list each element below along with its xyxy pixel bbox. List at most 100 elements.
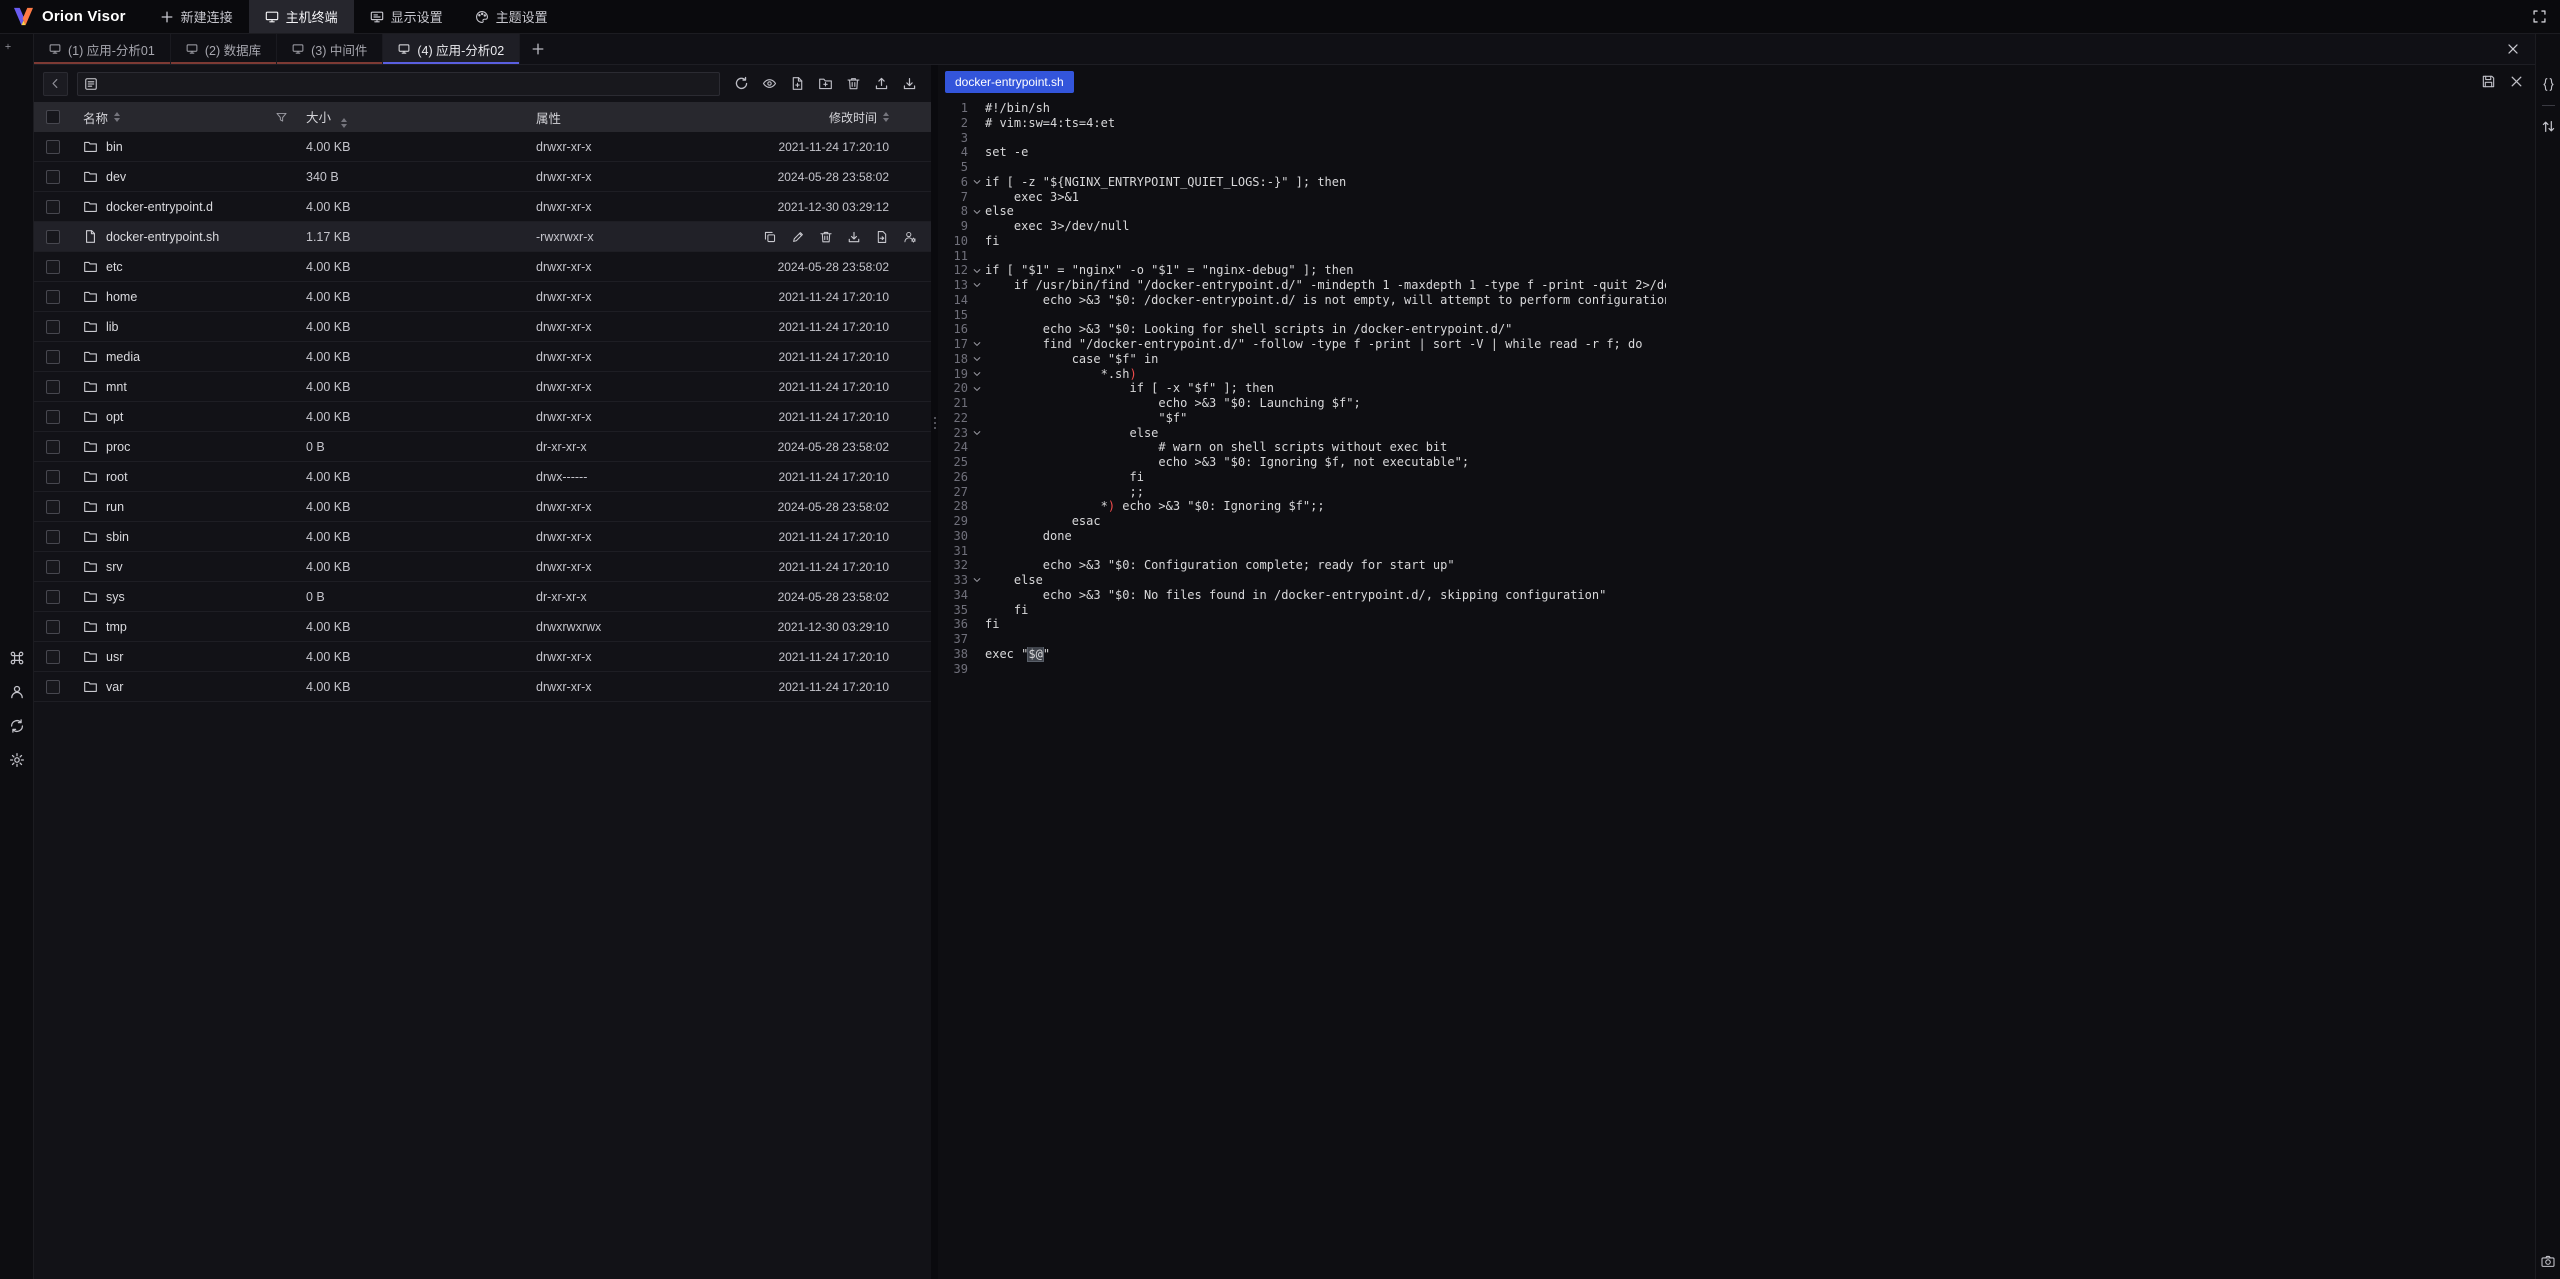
row-checkbox[interactable] <box>46 380 60 394</box>
row-checkbox[interactable] <box>46 440 60 454</box>
delete-icon[interactable] <box>819 230 833 244</box>
sort-name-icon[interactable] <box>114 112 120 122</box>
menu-theme-settings[interactable]: 主题设置 <box>459 0 564 33</box>
resize-grip-icon[interactable] <box>934 417 936 429</box>
left-rail <box>0 34 34 1279</box>
column-header-name[interactable]: 名称 <box>83 108 108 127</box>
tabbar-close-button[interactable] <box>2506 42 2520 56</box>
edit-icon[interactable] <box>791 230 805 244</box>
fold-chevron-icon[interactable] <box>968 175 985 190</box>
screenshot-button[interactable] <box>2541 1254 2556 1269</box>
fold-chevron-icon[interactable] <box>968 263 985 278</box>
upload-button[interactable] <box>874 76 889 91</box>
file-row-sbin[interactable]: sbin4.00 KBdrwxr-xr-x2021-11-24 17:20:10 <box>34 522 931 552</box>
fold-chevron-icon[interactable] <box>968 278 985 293</box>
column-header-size[interactable]: 大小 <box>306 111 331 125</box>
row-checkbox[interactable] <box>46 650 60 664</box>
file-row-proc[interactable]: proc0 Bdr-xr-xr-x2024-05-28 23:58:02 <box>34 432 931 462</box>
save-button[interactable] <box>2481 74 2496 89</box>
row-checkbox[interactable] <box>46 320 60 334</box>
copy-icon[interactable] <box>763 230 777 244</box>
fold-chevron-icon[interactable] <box>968 367 985 382</box>
new-file-button[interactable] <box>790 76 805 91</box>
add-tab-button[interactable] <box>520 34 556 64</box>
preview-hidden-button[interactable] <box>762 76 777 91</box>
row-checkbox[interactable] <box>46 530 60 544</box>
row-checkbox[interactable] <box>46 290 60 304</box>
back-button[interactable] <box>43 72 68 96</box>
move-icon[interactable] <box>875 230 889 244</box>
file-row-docker-entrypoint.sh[interactable]: docker-entrypoint.sh1.17 KB-rwxrwxr-x <box>34 222 931 252</box>
row-checkbox[interactable] <box>46 230 60 244</box>
file-row-run[interactable]: run4.00 KBdrwxr-xr-x2024-05-28 23:58:02 <box>34 492 931 522</box>
delete-button[interactable] <box>846 76 861 91</box>
fold-chevron-icon[interactable] <box>968 352 985 367</box>
menu-new-connection[interactable]: 新建连接 <box>144 0 249 33</box>
settings-button[interactable] <box>9 752 25 768</box>
file-row-mnt[interactable]: mnt4.00 KBdrwxr-xr-x2021-11-24 17:20:10 <box>34 372 931 402</box>
file-row-etc[interactable]: etc4.00 KBdrwxr-xr-x2024-05-28 23:58:02 <box>34 252 931 282</box>
file-row-tmp[interactable]: tmp4.00 KBdrwxrwxrwx2021-12-30 03:29:10 <box>34 612 931 642</box>
menu-display-settings[interactable]: 显示设置 <box>354 0 459 33</box>
file-row-bin[interactable]: bin4.00 KBdrwxr-xr-x2021-11-24 17:20:10 <box>34 132 931 162</box>
select-all-checkbox[interactable] <box>46 110 60 124</box>
file-row-home[interactable]: home4.00 KBdrwxr-xr-x2021-11-24 17:20:10 <box>34 282 931 312</box>
file-row-root[interactable]: root4.00 KBdrwx------2021-11-24 17:20:10 <box>34 462 931 492</box>
fold-chevron-icon[interactable] <box>968 337 985 352</box>
sort-button[interactable] <box>2541 119 2556 134</box>
file-row-docker-entrypoint.d[interactable]: docker-entrypoint.d4.00 KBdrwxr-xr-x2021… <box>34 192 931 222</box>
row-checkbox[interactable] <box>46 620 60 634</box>
path-list-icon[interactable] <box>84 77 98 91</box>
user-button[interactable] <box>9 684 25 700</box>
terminal-tab-3[interactable]: (3) 中间件 <box>277 34 383 64</box>
path-input[interactable] <box>77 72 720 96</box>
file-row-var[interactable]: var4.00 KBdrwxr-xr-x2021-11-24 17:20:10 <box>34 672 931 702</box>
command-button[interactable] <box>9 650 25 666</box>
row-checkbox[interactable] <box>46 200 60 214</box>
row-checkbox[interactable] <box>46 140 60 154</box>
terminal-tab-2[interactable]: (2) 数据库 <box>171 34 277 64</box>
download-icon[interactable] <box>847 230 861 244</box>
editor-file-tab[interactable]: docker-entrypoint.sh <box>945 71 1074 93</box>
fold-chevron-icon[interactable] <box>968 204 985 219</box>
download-button[interactable] <box>902 76 917 91</box>
file-row-lib[interactable]: lib4.00 KBdrwxr-xr-x2021-11-24 17:20:10 <box>34 312 931 342</box>
fullscreen-button[interactable] <box>2532 9 2547 24</box>
sort-size-icon[interactable] <box>341 118 347 128</box>
fold-chevron-icon[interactable] <box>968 573 985 588</box>
file-row-opt[interactable]: opt4.00 KBdrwxr-xr-x2021-11-24 17:20:10 <box>34 402 931 432</box>
fold-chevron-icon[interactable] <box>968 426 985 441</box>
braces-button[interactable] <box>2541 77 2556 92</box>
file-row-srv[interactable]: srv4.00 KBdrwxr-xr-x2021-11-24 17:20:10 <box>34 552 931 582</box>
sort-mtime-icon[interactable] <box>883 112 889 122</box>
terminal-tab-4[interactable]: (4) 应用-分析02 <box>383 34 520 64</box>
row-checkbox[interactable] <box>46 470 60 484</box>
row-checkbox[interactable] <box>46 170 60 184</box>
row-checkbox[interactable] <box>46 500 60 514</box>
close-editor-button[interactable] <box>2509 74 2524 89</box>
new-connection-button[interactable] <box>0 34 16 50</box>
panel-divider[interactable] <box>931 65 938 1279</box>
row-checkbox[interactable] <box>46 260 60 274</box>
row-checkbox[interactable] <box>46 680 60 694</box>
menu-host-terminal[interactable]: 主机终端 <box>249 0 354 33</box>
row-checkbox[interactable] <box>46 590 60 604</box>
code-line-7: 7 exec 3>&1 <box>943 190 2535 205</box>
file-row-media[interactable]: media4.00 KBdrwxr-xr-x2021-11-24 17:20:1… <box>34 342 931 372</box>
permission-icon[interactable] <box>903 230 917 244</box>
file-row-sys[interactable]: sys0 Bdr-xr-xr-x2024-05-28 23:58:02 <box>34 582 931 612</box>
row-checkbox[interactable] <box>46 350 60 364</box>
code-editor[interactable]: 1#!/bin/sh2# vim:sw=4:ts=4:et34set -e56i… <box>938 98 2535 1279</box>
column-header-mtime[interactable]: 修改时间 <box>829 109 877 126</box>
new-folder-button[interactable] <box>818 76 833 91</box>
filter-icon[interactable] <box>275 111 288 124</box>
refresh-button[interactable] <box>734 76 749 91</box>
brand[interactable]: Orion Visor <box>0 0 144 33</box>
row-checkbox[interactable] <box>46 410 60 424</box>
fold-chevron-icon[interactable] <box>968 381 985 396</box>
terminal-tab-1[interactable]: (1) 应用-分析01 <box>34 34 171 64</box>
row-checkbox[interactable] <box>46 560 60 574</box>
sync-button[interactable] <box>9 718 25 734</box>
file-row-usr[interactable]: usr4.00 KBdrwxr-xr-x2021-11-24 17:20:10 <box>34 642 931 672</box>
file-row-dev[interactable]: dev340 Bdrwxr-xr-x2024-05-28 23:58:02 <box>34 162 931 192</box>
